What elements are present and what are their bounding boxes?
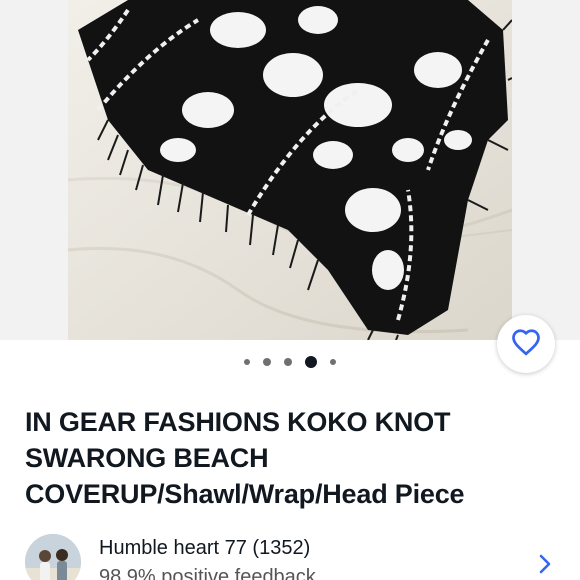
pagination-dot[interactable] [284, 358, 292, 366]
seller-info-row[interactable]: Humble heart 77 (1352) 98.9% positive fe… [25, 530, 580, 580]
gallery-pagination [0, 355, 580, 369]
chevron-right-icon[interactable] [535, 552, 555, 576]
seller-feedback: 98.9% positive feedback [99, 566, 316, 580]
pagination-dot[interactable] [244, 359, 250, 365]
pagination-dot-active[interactable] [305, 356, 317, 368]
seller-avatar [25, 534, 81, 580]
pagination-dot[interactable] [263, 358, 271, 366]
pagination-dot[interactable] [330, 359, 336, 365]
product-photo[interactable] [68, 0, 512, 340]
image-gallery[interactable] [0, 0, 580, 340]
listing-title: IN GEAR FASHIONS KOKO KNOT SWARONG BEACH… [25, 407, 465, 509]
seller-name[interactable]: Humble heart 77 (1352) [99, 537, 310, 560]
